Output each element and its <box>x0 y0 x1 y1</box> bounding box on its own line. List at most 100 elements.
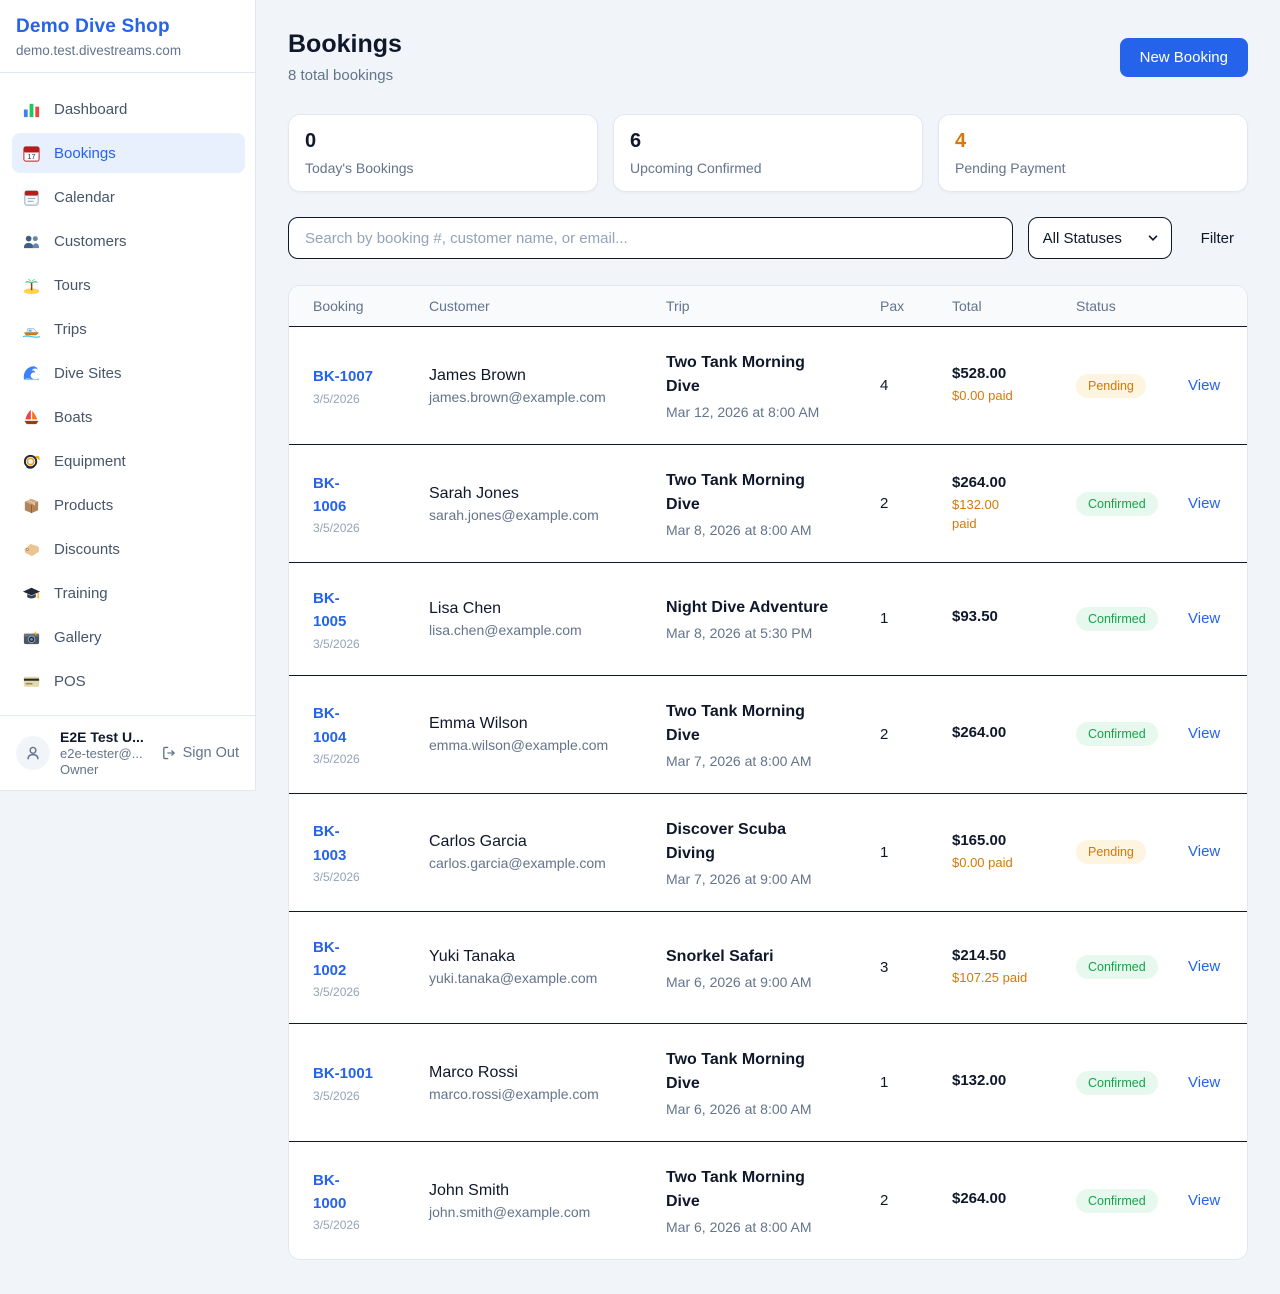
sidebar-item-label: Trips <box>54 321 87 338</box>
sidebar-item-label: Dive Sites <box>54 365 122 382</box>
trip-datetime: Mar 6, 2026 at 9:00 AM <box>666 974 848 990</box>
sidebar-item-label: Tours <box>54 277 91 294</box>
sidebar-item-tours[interactable]: Tours <box>12 265 245 305</box>
trip-datetime: Mar 6, 2026 at 8:00 AM <box>666 1219 848 1235</box>
sidebar-item-label: Dashboard <box>54 101 127 118</box>
sidebar-item-gallery[interactable]: Gallery <box>12 617 245 657</box>
sidebar-item-boats[interactable]: Boats <box>12 397 245 437</box>
page-header: Bookings 8 total bookings New Booking <box>288 30 1248 84</box>
page-title: Bookings <box>288 30 402 59</box>
sign-out-button[interactable]: Sign Out <box>161 745 239 761</box>
customer-email: marco.rossi@example.com <box>429 1086 634 1102</box>
search-input[interactable] <box>288 217 1013 259</box>
column-header-customer: Customer <box>413 286 650 327</box>
sidebar-item-products[interactable]: Products <box>12 485 245 525</box>
pax-count: 4 <box>880 377 920 394</box>
booking-date: 3/5/2026 <box>313 985 397 999</box>
booking-id-link[interactable]: BK- 1002 <box>313 936 397 983</box>
trip-name: Two Tank Morning Dive <box>666 351 848 399</box>
sidebar-item-pos[interactable]: POS <box>12 661 245 701</box>
table-row: BK- 1000 3/5/2026 John Smith john.smith@ex… <box>289 1142 1247 1260</box>
user-role: Owner <box>60 762 151 777</box>
total-amount: $264.00 <box>952 1190 1044 1207</box>
sidebar-item-customers[interactable]: Customers <box>12 221 245 261</box>
sidebar-item-discounts[interactable]: Discounts <box>12 529 245 569</box>
view-link[interactable]: View <box>1188 377 1220 394</box>
trip-name: Two Tank Morning Dive <box>666 469 848 517</box>
sidebar-nav: Dashboard 17 Bookings Calendar Customers… <box>0 73 255 715</box>
view-link[interactable]: View <box>1188 1192 1220 1209</box>
sidebar-item-dive-sites[interactable]: Dive Sites <box>12 353 245 393</box>
view-link[interactable]: View <box>1188 1074 1220 1091</box>
avatar <box>16 736 50 770</box>
camera-icon <box>22 628 41 647</box>
pax-count: 1 <box>880 844 920 861</box>
sidebar-item-equipment[interactable]: Equipment <box>12 441 245 481</box>
sidebar-item-label: Equipment <box>54 453 126 470</box>
paid-amount: $0.00 paid <box>952 386 1044 406</box>
booking-id-link[interactable]: BK- 1000 <box>313 1169 397 1216</box>
customer-name: James Brown <box>429 367 634 385</box>
status-filter-select[interactable]: All Statuses <box>1028 217 1172 259</box>
view-link[interactable]: View <box>1188 495 1220 512</box>
chevron-down-icon <box>1147 232 1159 244</box>
stat-card-pending-payment: 4 Pending Payment <box>938 114 1248 192</box>
booking-id-link[interactable]: BK- 1005 <box>313 587 397 634</box>
customer-name: Sarah Jones <box>429 485 634 503</box>
sidebar-item-trips[interactable]: Trips <box>12 309 245 349</box>
new-booking-button[interactable]: New Booking <box>1120 38 1248 77</box>
total-amount: $214.50 <box>952 947 1044 964</box>
sidebar-item-label: Customers <box>54 233 127 250</box>
customer-name: John Smith <box>429 1182 634 1200</box>
booking-date: 3/5/2026 <box>313 870 397 884</box>
column-header-actions <box>1172 286 1247 327</box>
stat-label: Today's Bookings <box>305 160 581 176</box>
trip-name: Two Tank Morning Dive <box>666 1048 848 1096</box>
svg-text:17: 17 <box>28 153 36 161</box>
booking-id-link[interactable]: BK-1001 <box>313 1062 397 1085</box>
customer-email: john.smith@example.com <box>429 1204 634 1220</box>
view-link[interactable]: View <box>1188 958 1220 975</box>
calendar-icon <box>22 188 41 207</box>
view-link[interactable]: View <box>1188 610 1220 627</box>
controls-row: All Statuses Filter <box>288 217 1248 259</box>
booking-id-link[interactable]: BK-1007 <box>313 365 397 388</box>
total-amount: $528.00 <box>952 365 1044 382</box>
dive-mask-icon <box>22 452 41 471</box>
booking-id-link[interactable]: BK- 1006 <box>313 472 397 519</box>
status-filter-value: All Statuses <box>1043 230 1122 247</box>
status-badge: Pending <box>1076 374 1146 398</box>
paid-amount: $0.00 paid <box>952 853 1044 873</box>
table-row: BK- 10053/5/2026 Lisa Chenlisa.chen@exam… <box>289 563 1247 676</box>
sidebar-item-label: Training <box>54 585 108 602</box>
booking-date: 3/5/2026 <box>313 1089 397 1103</box>
filter-button[interactable]: Filter <box>1187 230 1248 247</box>
stat-value: 6 <box>630 130 906 153</box>
stat-label: Upcoming Confirmed <box>630 160 906 176</box>
table-row: BK-10073/5/2026 James Brownjames.brown@e… <box>289 327 1247 445</box>
stats-row: 0 Today's Bookings 6 Upcoming Confirmed … <box>288 114 1248 192</box>
booking-date: 3/5/2026 <box>313 392 397 406</box>
sidebar-item-dashboard[interactable]: Dashboard <box>12 89 245 129</box>
booking-id-link[interactable]: BK- 1004 <box>313 702 397 749</box>
sidebar-item-label: Discounts <box>54 541 120 558</box>
people-icon <box>22 232 41 251</box>
view-link[interactable]: View <box>1188 843 1220 860</box>
brand: Demo Dive Shop demo.test.divestreams.com <box>0 0 255 73</box>
bar-chart-icon <box>22 100 41 119</box>
trip-name: Two Tank Morning Dive <box>666 700 848 748</box>
trip-datetime: Mar 8, 2026 at 5:30 PM <box>666 625 848 641</box>
sidebar-item-training[interactable]: Training <box>12 573 245 613</box>
column-header-pax: Pax <box>864 286 936 327</box>
credit-card-icon <box>22 672 41 691</box>
view-link[interactable]: View <box>1188 725 1220 742</box>
brand-domain: demo.test.divestreams.com <box>16 43 239 58</box>
booking-id-link[interactable]: BK- 1003 <box>313 820 397 867</box>
column-header-status: Status <box>1060 286 1172 327</box>
sidebar-item-bookings[interactable]: 17 Bookings <box>12 133 245 173</box>
customer-email: carlos.garcia@example.com <box>429 855 634 871</box>
booking-date: 3/5/2026 <box>313 1218 397 1232</box>
status-badge: Confirmed <box>1076 1071 1158 1095</box>
sidebar-item-calendar[interactable]: Calendar <box>12 177 245 217</box>
status-badge: Confirmed <box>1076 722 1158 746</box>
